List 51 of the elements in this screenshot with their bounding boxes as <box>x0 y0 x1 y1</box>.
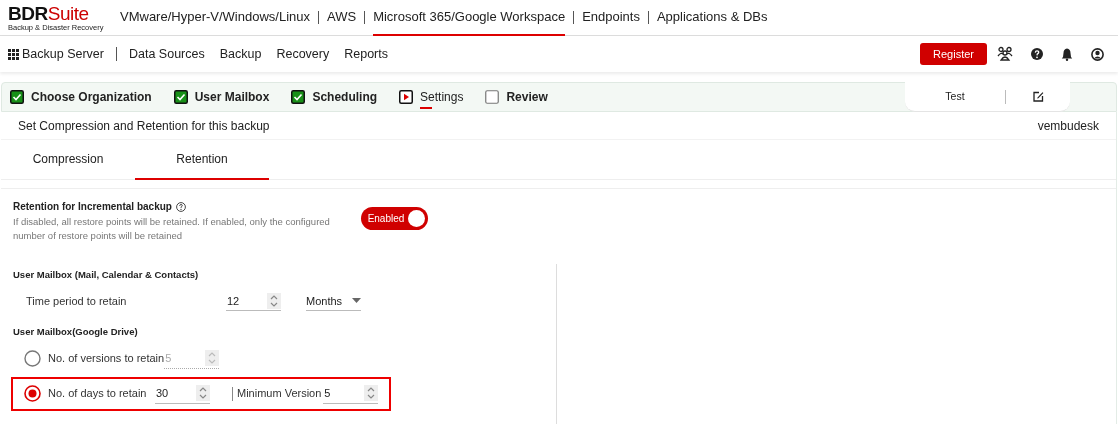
play-icon <box>399 90 414 104</box>
nav-link[interactable]: AWS <box>327 0 357 36</box>
section-heading: User Mailbox (Mail, Calendar & Contacts) <box>13 268 200 282</box>
setting-title: Retention for Incremental backup <box>13 200 172 214</box>
checkbox-icon <box>485 90 500 104</box>
spinner-icon[interactable] <box>364 385 379 401</box>
nav-link[interactable]: Microsoft 365/Google Workspace <box>373 0 566 36</box>
wizard-step[interactable]: Review <box>485 88 548 106</box>
wizard-step[interactable]: Choose Organization <box>10 88 152 106</box>
caret-icon <box>352 298 361 304</box>
edit-icon[interactable] <box>1032 91 1044 102</box>
menu-link[interactable]: Backup <box>219 44 262 64</box>
menu-link[interactable]: Data Sources <box>129 44 205 64</box>
menu-link[interactable]: Reports <box>344 44 388 64</box>
unit-dropdown[interactable]: Months <box>306 291 361 312</box>
radio-button[interactable] <box>24 385 41 402</box>
checkbox-checked-icon <box>291 90 306 104</box>
number-field[interactable]: 12 <box>226 291 281 312</box>
wizard-step[interactable]: Settings <box>399 88 464 106</box>
toggle-switch[interactable]: Enabled <box>361 207 428 230</box>
nav-link[interactable]: Applications & DBs <box>656 0 768 36</box>
users-icon[interactable] <box>997 46 1013 62</box>
setting-description: If disabled, all restore points will be retained. If enabled, only the configured number of restore points will be retained <box>13 215 331 243</box>
tab[interactable]: Compression <box>1 140 135 180</box>
backup-server-link[interactable]: Backup Server <box>8 44 104 64</box>
nav-link[interactable]: Endpoints <box>582 0 640 36</box>
option-label: Minimum Version <box>237 386 322 402</box>
bell-icon[interactable] <box>1061 47 1073 61</box>
tab[interactable]: Retention <box>135 140 269 180</box>
help-icon[interactable] <box>1031 48 1043 60</box>
checkbox-checked-icon <box>173 90 188 104</box>
checkbox-checked-icon <box>10 90 24 104</box>
user-name: vembudesk <box>1037 117 1099 135</box>
spinner-icon[interactable] <box>196 385 210 401</box>
option-label: No. of days to retain <box>48 386 148 402</box>
number-field[interactable]: 5 <box>323 383 379 404</box>
wizard-step[interactable]: User Mailbox <box>173 88 270 106</box>
grid-icon <box>8 48 19 60</box>
wizard-step[interactable]: Scheduling <box>291 88 378 106</box>
brand-logo: BDRSuite <box>8 3 90 23</box>
number-field[interactable]: 30 <box>155 383 210 404</box>
help-icon[interactable] <box>175 201 186 212</box>
spinner-icon[interactable] <box>267 292 281 309</box>
field-label: Time period to retain <box>25 294 128 309</box>
page-title: Set Compression and Retention for this backup <box>18 117 270 135</box>
section-heading: User Mailbox(Google Drive) <box>13 325 139 340</box>
menu-link[interactable]: Recovery <box>276 44 330 64</box>
register-button[interactable]: Register <box>920 43 987 65</box>
nav-link[interactable]: VMware/Hyper-V/Windows/Linux <box>120 0 310 36</box>
option-label: No. of versions to retain <box>48 351 165 367</box>
user-icon[interactable] <box>1091 47 1104 61</box>
